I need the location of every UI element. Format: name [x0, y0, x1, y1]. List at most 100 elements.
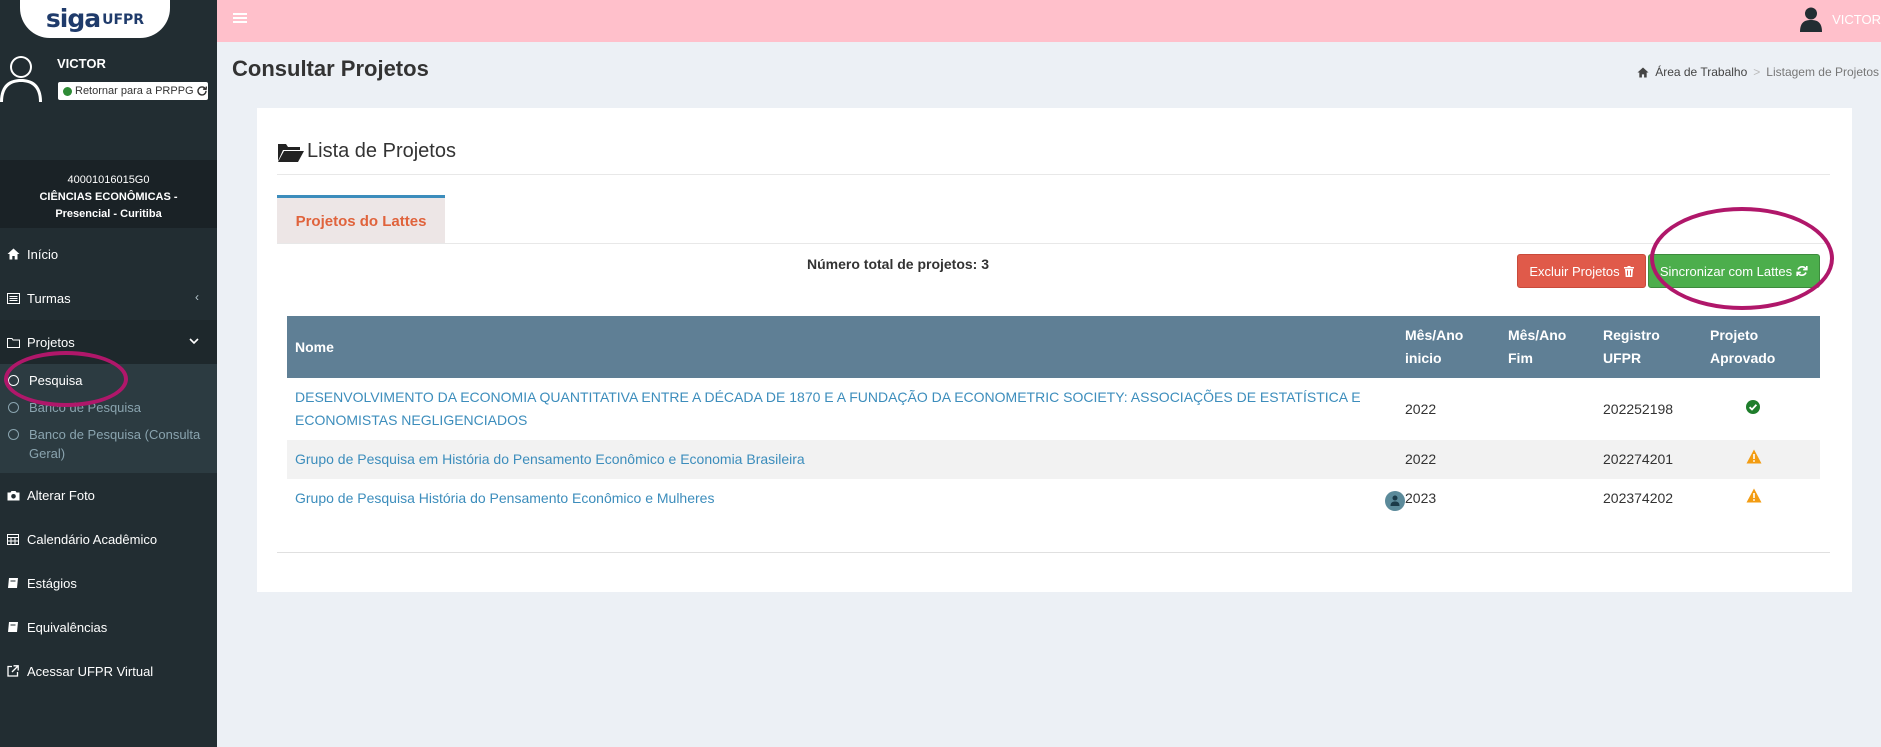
check-circle-icon [1746, 399, 1760, 414]
sync-lattes-button[interactable]: Sincronizar com Lattes [1648, 254, 1820, 288]
sidebar-item-label: Equivalências [27, 619, 108, 635]
course-info: 40001016015G0 CIÊNCIAS ECONÔMICAS - Pres… [0, 160, 217, 228]
chevron-left-icon: ‹ [195, 290, 199, 304]
projetos-submenu: Pesquisa Banco de Pesquisa Banco de Pesq… [0, 364, 217, 473]
user-icon [1800, 7, 1823, 32]
sidebar-item-calendario[interactable]: Calendário Acadêmico [0, 517, 217, 561]
top-user-menu[interactable]: VICTOR [1800, 6, 1881, 32]
camera-icon [6, 488, 20, 502]
col-header-registro: Registro UFPR [1603, 327, 1660, 366]
sidebar-item-equivalencias[interactable]: Equivalências [0, 605, 217, 649]
delete-projects-label: Excluir Projetos [1529, 263, 1620, 279]
top-user-name: VICTOR [1832, 11, 1881, 27]
home-icon [6, 247, 20, 261]
sidebar-item-label: Início [27, 246, 59, 262]
refresh-icon [1796, 266, 1808, 276]
circle-icon [8, 429, 19, 440]
warning-icon [1746, 488, 1762, 503]
projects-table: Nome Mês/Ano inicio Mês/Ano Fim Registro… [287, 316, 1820, 518]
project-link[interactable]: Grupo de Pesquisa História do Pensamento… [295, 490, 714, 506]
sidebar-item-label: Alterar Foto [27, 487, 95, 503]
external-link-icon [6, 664, 20, 678]
submenu-item-label: Banco de Pesquisa (Consulta Geral) [29, 427, 201, 461]
sidebar-item-inicio[interactable]: Início [0, 232, 217, 276]
cell-registro: 202274201 [1603, 451, 1674, 467]
breadcrumb-current: Listagem de Projetos [1766, 65, 1879, 79]
tab-projetos-lattes[interactable]: Projetos do Lattes [277, 195, 445, 244]
box-title-text: Lista de Projetos [307, 140, 456, 162]
refresh-icon [196, 86, 207, 96]
project-link[interactable]: Grupo de Pesquisa em História do Pensame… [295, 451, 805, 467]
total-projects: Número total de projetos: 3 [807, 256, 990, 272]
box-title: Lista de Projetos [277, 140, 456, 163]
table-header-row: Nome Mês/Ano inicio Mês/Ano Fim Registro… [287, 316, 1820, 378]
box-bottom-divider [277, 552, 1830, 553]
cell-inicio: 2022 [1405, 400, 1437, 417]
submenu-item-pesquisa[interactable]: Pesquisa [0, 367, 217, 394]
logo-main: siga [45, 3, 101, 33]
logo-sub: UFPR [102, 12, 145, 28]
cell-fim [1500, 378, 1595, 440]
warning-icon [1746, 449, 1762, 464]
table-row: Grupo de Pesquisa História do Pensamento… [287, 479, 1820, 518]
cell-registro: 202374202 [1603, 490, 1674, 506]
user-avatar-icon [0, 56, 42, 102]
col-header-fim: Mês/Ano Fim [1508, 327, 1567, 366]
breadcrumb-home-link[interactable]: Área de Trabalho [1655, 65, 1747, 79]
sidebar-item-label: Calendário Acadêmico [27, 531, 158, 547]
submenu-item-banco-consulta[interactable]: Banco de Pesquisa (Consulta Geral) [0, 421, 217, 467]
page-title: Consultar Projetos [232, 56, 429, 81]
breadcrumb: Área de Trabalho > Listagem de Projetos [1637, 65, 1879, 79]
cell-registro: 202252198 [1603, 400, 1674, 417]
submenu-item-label: Pesquisa [29, 373, 83, 388]
sidebar-item-alterar-foto[interactable]: Alterar Foto [0, 473, 217, 517]
logo-area: siga UFPR [0, 0, 217, 42]
chevron-down-icon [189, 334, 199, 348]
folder-open-icon [278, 143, 304, 162]
return-prppg-button[interactable]: Retornar para a PRPPG [58, 82, 208, 100]
course-code: 40001016015G0 [67, 174, 150, 186]
submenu-item-banco-pesquisa[interactable]: Banco de Pesquisa [0, 394, 217, 421]
tab-underline [277, 243, 1830, 244]
trash-icon [1623, 265, 1634, 277]
sidebar-item-projetos[interactable]: Projetos [0, 320, 217, 364]
hamburger-menu-icon[interactable] [233, 11, 247, 25]
circle-icon [8, 402, 19, 413]
cell-fim [1500, 440, 1595, 479]
project-link[interactable]: DESENVOLVIMENTO DA ECONOMIA QUANTITATIVA… [295, 389, 1361, 428]
cell-inicio: 2022 [1405, 451, 1437, 467]
calendar-icon [6, 532, 20, 546]
sidebar-item-acessar-ufpr-virtual[interactable]: Acessar UFPR Virtual [0, 649, 217, 693]
box-divider [277, 174, 1830, 175]
delete-projects-button[interactable]: Excluir Projetos [1517, 254, 1646, 288]
user-panel: VICTOR Retornar para a PRPPG [0, 48, 217, 108]
sidebar-item-label: Turmas [27, 290, 71, 306]
col-header-inicio: Mês/Ano inicio [1405, 327, 1464, 366]
sidebar-menu: Início Turmas ‹ Projetos Pesquisa Banco … [0, 232, 217, 693]
col-header-aprovado: Projeto Aprovado [1710, 327, 1776, 366]
breadcrumb-separator: > [1753, 65, 1761, 79]
cell-inicio: 2023 [1405, 490, 1437, 506]
group-users-icon[interactable] [1385, 491, 1405, 511]
book-icon [6, 620, 20, 634]
online-dot-icon [63, 86, 72, 96]
sync-lattes-label: Sincronizar com Lattes [1659, 263, 1793, 279]
sidebar-item-label: Estágios [27, 575, 77, 591]
submenu-item-label: Banco de Pesquisa [29, 400, 142, 415]
course-name: CIÊNCIAS ECONÔMICAS - [39, 191, 178, 203]
siga-logo[interactable]: siga UFPR [20, 0, 170, 38]
projects-box: Lista de Projetos Projetos do Lattes Núm… [257, 108, 1852, 592]
sidebar-item-turmas[interactable]: Turmas ‹ [0, 276, 217, 320]
col-header-nome: Nome [295, 338, 334, 355]
cell-fim [1500, 479, 1595, 518]
course-mode: Presencial - Curitiba [55, 208, 162, 220]
return-prppg-label: Retornar para a PRPPG [75, 85, 194, 97]
circle-icon [8, 375, 19, 386]
home-icon [1637, 66, 1649, 78]
sidebar-user-name: VICTOR [57, 56, 106, 71]
sidebar-item-estagios[interactable]: Estágios [0, 561, 217, 605]
sidebar-item-label: Acessar UFPR Virtual [27, 663, 154, 679]
list-icon [6, 291, 20, 305]
table-row: Grupo de Pesquisa em História do Pensame… [287, 440, 1820, 479]
table-row: DESENVOLVIMENTO DA ECONOMIA QUANTITATIVA… [287, 378, 1820, 440]
